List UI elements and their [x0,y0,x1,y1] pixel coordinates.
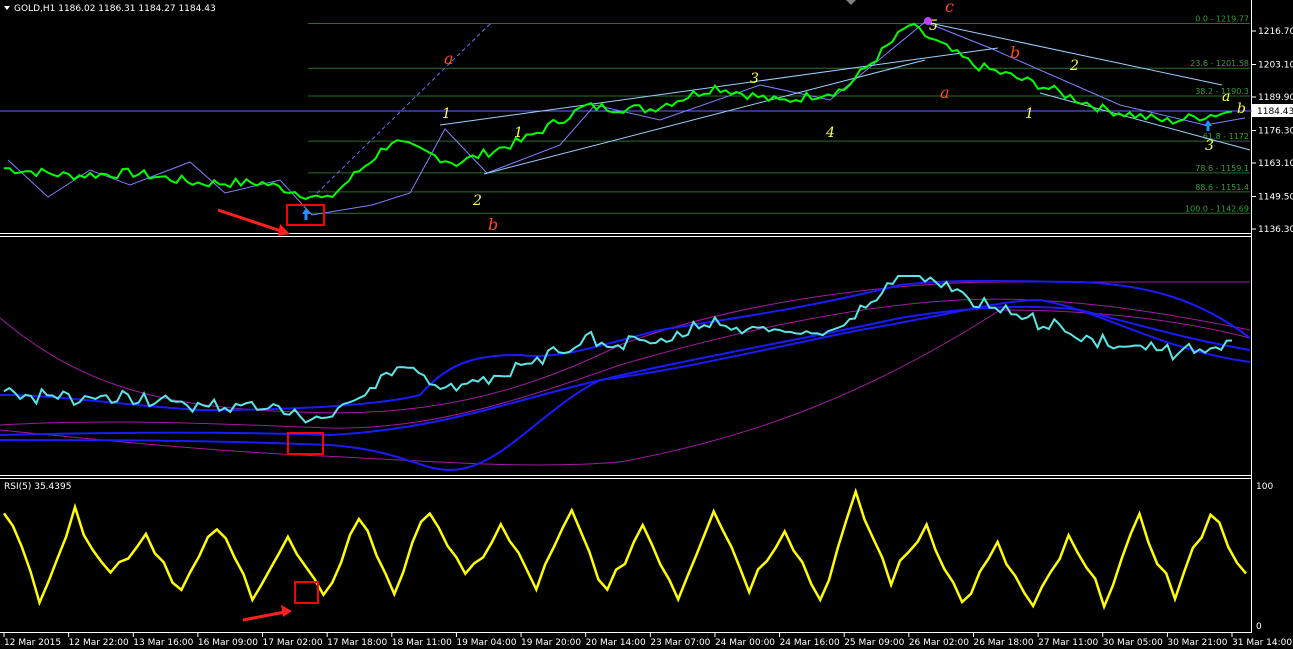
time-label: 23 Mar 07:00 [650,638,710,648]
wave-label: 3 [750,71,759,87]
time-label: 30 Mar 05:00 [1103,638,1163,648]
wave-label: 1 [442,106,451,122]
rsi-scale-min: 0 [1256,622,1262,632]
wave-label: a [940,83,950,102]
wave-label: c [945,0,954,16]
fib-level-label: 100.0 - 1142.69 [1185,204,1249,213]
time-label: 24 Mar 00:00 [715,638,775,648]
time-label: 13 Mar 16:00 [133,638,193,648]
wave-label: a [1222,89,1230,105]
time-label: 20 Mar 14:00 [586,638,646,648]
time-label: 25 Mar 09:00 [844,638,904,648]
time-label: 27 Mar 11:00 [1038,638,1098,648]
time-label: 24 Mar 16:00 [780,638,840,648]
wave-label: b [1237,101,1246,117]
time-label: 19 Mar 20:00 [521,638,581,648]
wave-label: b [488,215,498,234]
trading-terminal: 0.0 - 1219.7723.6 - 1201.5838.2 - 1190.3… [0,0,1293,649]
price-label: 1189.90 [1258,93,1293,103]
wave-label: 2 [1069,58,1079,74]
time-label: 30 Mar 21:00 [1167,638,1227,648]
time-label: 16 Mar 09:00 [198,638,258,648]
time-label: 19 Mar 04:00 [456,638,516,648]
wave-label: 2 [472,193,482,209]
price-label: 1163.10 [1258,159,1293,169]
wave-label: 4 [825,125,835,141]
time-label: 26 Mar 18:00 [973,638,1033,648]
time-label: 18 Mar 11:00 [392,638,452,648]
wave-label: b [1010,43,1020,62]
price-label: 1203.10 [1258,60,1293,70]
price-label: 1149.50 [1258,192,1293,202]
chart-header: GOLD,H1 1186.02 1186.31 1184.27 1184.43 [14,4,216,14]
time-label: 12 Mar 2015 [4,638,61,648]
time-label: 31 Mar 14:00 [1232,638,1292,648]
background [0,0,1293,649]
time-label: 17 Mar 02:00 [263,638,323,648]
fib-level-label: 88.6 - 1151.4 [1195,183,1249,192]
time-label: 12 Mar 22:00 [69,638,129,648]
fib-level-label: 23.6 - 1201.58 [1190,59,1249,68]
wave-label: 1 [514,125,523,141]
wave-label: 3 [1205,138,1214,154]
price-label: 1216.70 [1258,27,1293,37]
price-label: 1136.30 [1258,225,1293,235]
current-price-label: 1184.43 [1257,107,1293,117]
rsi-header: RSI(5) 35.4395 [4,482,71,492]
rsi-scale-max: 100 [1256,482,1273,492]
time-label: 26 Mar 02:00 [909,638,969,648]
time-label: 17 Mar 18:00 [327,638,387,648]
wave-label: a [444,49,454,68]
price-label: 1176.30 [1258,126,1293,136]
sell-dot-icon [924,17,932,25]
fib-level-label: 78.6 - 1159.1 [1195,164,1249,173]
wave-label: 1 [1025,106,1034,122]
fib-level-label: 0.0 - 1219.77 [1195,14,1249,23]
